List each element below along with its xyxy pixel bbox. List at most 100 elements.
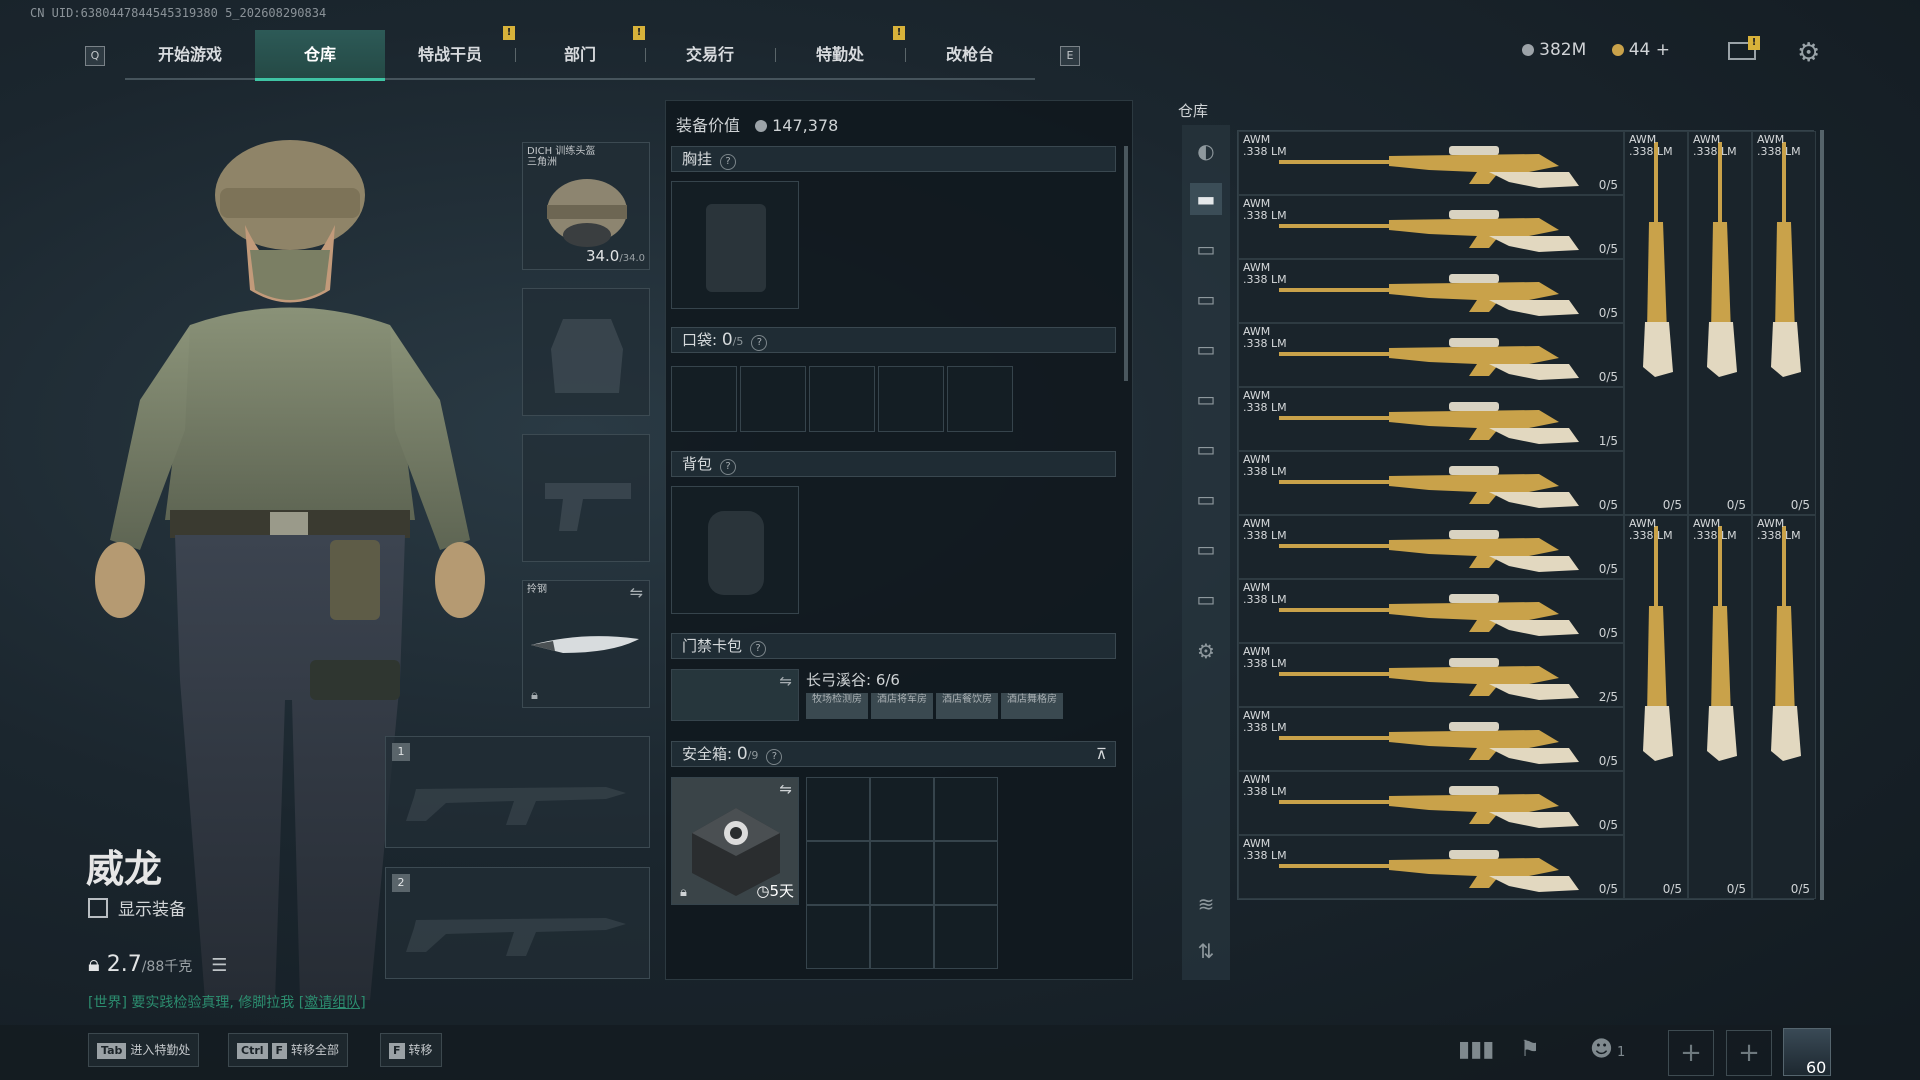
pocket-slot[interactable]	[671, 366, 737, 432]
gear-category-icon[interactable]: ⚙	[1190, 635, 1222, 667]
chest-rig-slot[interactable]	[671, 181, 799, 309]
warehouse-item-awm[interactable]: AWM .338 LM 0/5	[1238, 707, 1624, 771]
swap-icon[interactable]: ⇋	[779, 780, 792, 798]
sniper-category-icon[interactable]: ▬	[1190, 183, 1222, 215]
weapon-category-icon[interactable]: ▭	[1190, 583, 1222, 615]
primary-weapon-slot-2[interactable]: 2	[385, 867, 650, 979]
safebox-grid-cell[interactable]	[806, 905, 870, 969]
flag-icon[interactable]: ⚑	[1520, 1037, 1540, 1062]
tab-trade[interactable]: 交易行	[645, 30, 775, 80]
pocket-slot[interactable]	[878, 366, 944, 432]
pin-icon[interactable]: ⊼	[1096, 742, 1107, 766]
pocket-slot[interactable]	[740, 366, 806, 432]
add-gold-button[interactable]: +	[1656, 40, 1670, 60]
help-icon[interactable]: ?	[751, 335, 768, 351]
help-icon[interactable]: ?	[720, 459, 737, 475]
warehouse-item-awm[interactable]: AWM .338 LM 0/5	[1752, 515, 1816, 899]
backpack-slot[interactable]	[671, 486, 799, 614]
warehouse-category-sidebar: ◐ ▬ ▭ ▭ ▭ ▭ ▭ ▭ ▭ ▭ ⚙ ≋ ⇅	[1182, 125, 1230, 980]
armor-slot[interactable]	[522, 288, 650, 416]
pistol-slot[interactable]	[522, 434, 650, 562]
pocket-slot[interactable]	[809, 366, 875, 432]
awm-rifle-icon	[1279, 210, 1579, 252]
helmet-durability: 34.0/34.0	[585, 247, 645, 265]
nav-next-key[interactable]: E	[1060, 46, 1080, 66]
tab-warehouse[interactable]: 仓库	[255, 30, 385, 81]
safebox-grid-cell[interactable]	[934, 905, 998, 969]
stats-chart-icon[interactable]: ▮▮▮	[1458, 1037, 1494, 1062]
safebox-grid-cell[interactable]	[870, 777, 934, 841]
warehouse-item-awm[interactable]: AWM .338 LM 0/5	[1238, 515, 1624, 579]
warehouse-item-awm[interactable]: AWM .338 LM 0/5	[1238, 835, 1624, 899]
safebox-grid-cell[interactable]	[870, 841, 934, 905]
warehouse-item-awm[interactable]: AWM .338 LM 0/5	[1238, 323, 1624, 387]
help-icon[interactable]: ?	[720, 154, 737, 170]
list-icon[interactable]: ☰	[211, 955, 227, 976]
keycard-item[interactable]: 牧场检测房	[806, 693, 868, 719]
sort-icon[interactable]: ⇅	[1190, 935, 1222, 967]
tab-department[interactable]: 部门	[515, 30, 645, 80]
warehouse-item-awm[interactable]: AWM .338 LM 0/5	[1624, 515, 1688, 899]
transfer-button[interactable]: F 转移	[380, 1033, 442, 1067]
safebox-slot[interactable]: ⇋ 🔒︎ ◷5天	[671, 777, 799, 905]
safebox-grid-cell[interactable]	[934, 777, 998, 841]
tab-special-ops[interactable]: 特勤处	[775, 30, 905, 80]
swap-icon[interactable]: ⇋	[630, 583, 643, 602]
help-icon[interactable]: ?	[750, 641, 767, 657]
weapon-category-icon[interactable]: ▭	[1190, 233, 1222, 265]
warehouse-scrollbar[interactable]	[1820, 130, 1824, 900]
helmet-slot[interactable]: DICH 训练头盔 三角洲 34.0/34.0	[522, 142, 650, 270]
warehouse-item-awm[interactable]: AWM .338 LM 0/5	[1688, 515, 1752, 899]
warehouse-item-awm[interactable]: AWM .338 LM 0/5	[1624, 131, 1688, 515]
warehouse-item-awm[interactable]: AWM .338 LM 0/5	[1238, 579, 1624, 643]
show-equipment-toggle[interactable]: 显示装备	[88, 895, 186, 920]
weapon-category-icon[interactable]: ▭	[1190, 533, 1222, 565]
warehouse-item-awm[interactable]: AWM .338 LM 0/5	[1238, 195, 1624, 259]
nav-prev-key[interactable]: Q	[85, 46, 105, 66]
safebox-grid-cell[interactable]	[806, 777, 870, 841]
primary-weapon-slot-1[interactable]: 1	[385, 736, 650, 848]
add-teammate-button[interactable]: +	[1726, 1030, 1772, 1076]
warehouse-item-awm[interactable]: AWM .338 LM 1/5	[1238, 387, 1624, 451]
weapon-category-icon[interactable]: ▭	[1190, 383, 1222, 415]
weapon-category-icon[interactable]: ▭	[1190, 433, 1222, 465]
keycard-item[interactable]: 酒店餐饮房	[936, 693, 998, 719]
item-stack-count: 0/5	[1726, 882, 1746, 896]
silver-coin-icon	[1522, 44, 1535, 56]
safebox-grid-cell[interactable]	[806, 841, 870, 905]
friends-icon[interactable]: ☻ 1	[1590, 1037, 1625, 1062]
swap-icon[interactable]: ⇋	[779, 672, 792, 690]
helmet-category-icon[interactable]: ◐	[1190, 135, 1222, 167]
tab-operators[interactable]: 特战干员	[385, 30, 515, 80]
pocket-slot[interactable]	[947, 366, 1013, 432]
warehouse-item-awm[interactable]: AWM .338 LM 0/5	[1238, 771, 1624, 835]
transfer-all-button[interactable]: Ctrl F 转移全部	[228, 1033, 349, 1067]
warehouse-item-awm[interactable]: AWM .338 LM 0/5	[1238, 259, 1624, 323]
settings-gear-icon[interactable]: ⚙	[1797, 40, 1820, 66]
safebox-grid-cell[interactable]	[870, 905, 934, 969]
weapon-category-icon[interactable]: ▭	[1190, 483, 1222, 515]
help-icon[interactable]: ?	[766, 749, 783, 765]
weapon-category-icon[interactable]: ▭	[1190, 333, 1222, 365]
keycard-item[interactable]: 酒店将军房	[871, 693, 933, 719]
add-teammate-button[interactable]: +	[1668, 1030, 1714, 1076]
tab-start-game[interactable]: 开始游戏	[125, 30, 255, 80]
warehouse-item-awm[interactable]: AWM .338 LM 2/5	[1238, 643, 1624, 707]
layers-icon[interactable]: ≋	[1190, 888, 1222, 920]
warehouse-item-awm[interactable]: AWM .338 LM 0/5	[1752, 131, 1816, 515]
equipment-scrollbar[interactable]	[1124, 146, 1128, 381]
safebox-grid-cell[interactable]	[934, 841, 998, 905]
warehouse-item-awm[interactable]: AWM .338 LM 0/5	[1688, 131, 1752, 515]
weapon-category-icon[interactable]: ▭	[1190, 283, 1222, 315]
tab-gunsmith[interactable]: 改枪台	[905, 30, 1035, 80]
melee-slot[interactable]: 拎钢 ⇋ 🔒︎	[522, 580, 650, 708]
item-name: AWM .338 LM	[1757, 133, 1801, 158]
keycard-item[interactable]: 酒店舞格房	[1001, 693, 1063, 719]
pockets-header: 口袋: 0/5?	[671, 327, 1116, 353]
enter-special-ops-button[interactable]: Tab 进入特勤处	[88, 1033, 200, 1067]
invite-team-link[interactable]: [邀请组队]	[299, 995, 366, 1011]
warehouse-item-awm[interactable]: AWM .338 LM 0/5	[1238, 131, 1624, 195]
warehouse-item-awm[interactable]: AWM .338 LM 0/5	[1238, 451, 1624, 515]
show-equipment-checkbox[interactable]	[88, 898, 108, 918]
keycard-holder-slot[interactable]: ⇋	[671, 669, 799, 721]
